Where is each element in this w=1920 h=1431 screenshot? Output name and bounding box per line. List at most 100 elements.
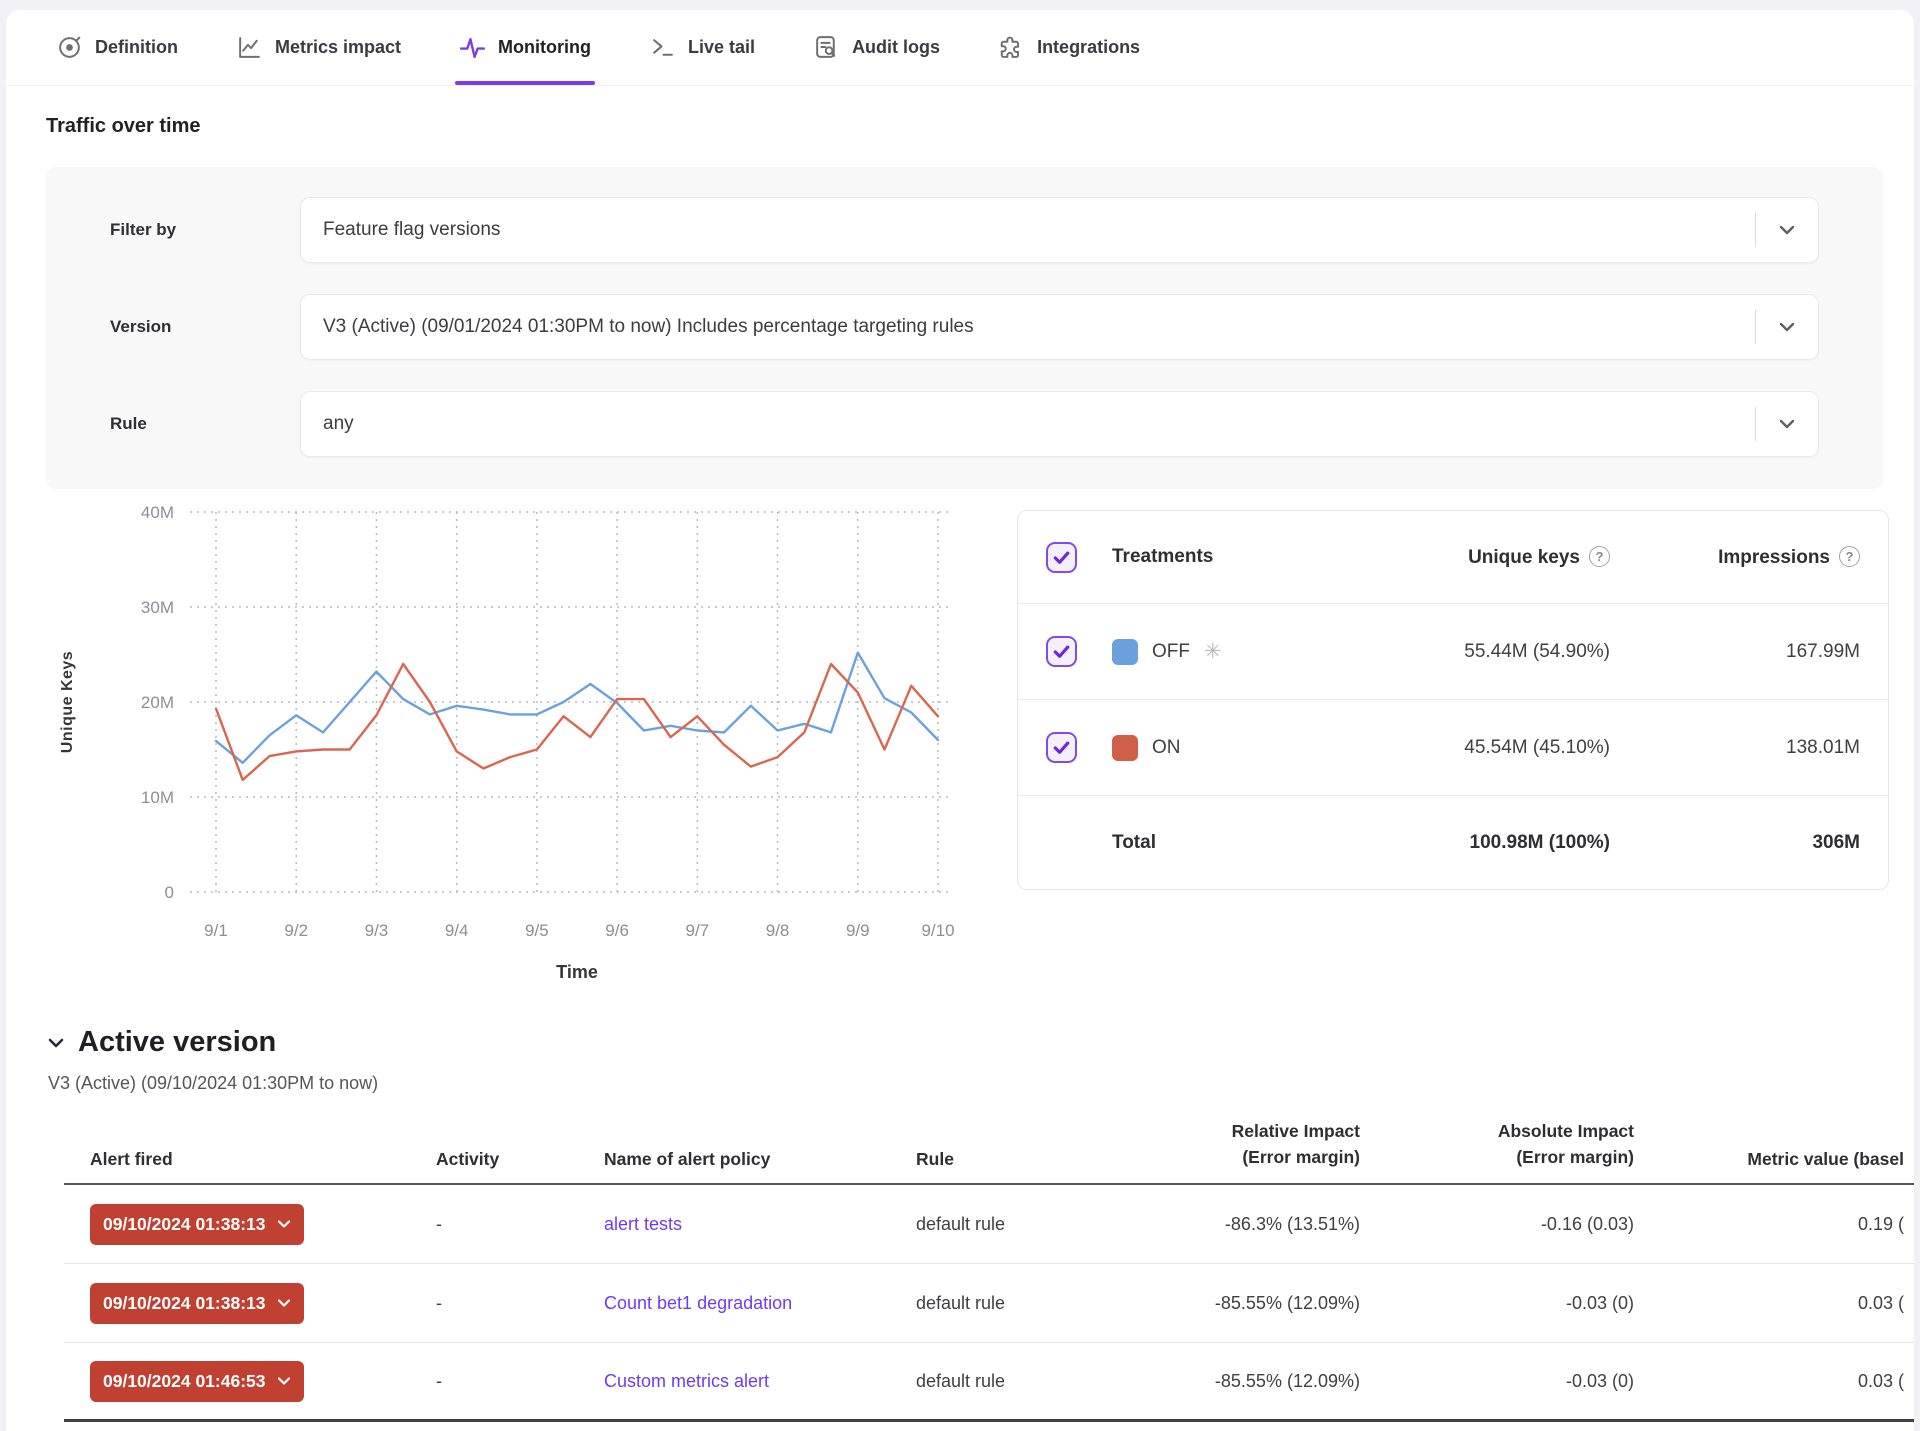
tab-label: Live tail	[688, 37, 755, 58]
alert-row-3: 09/10/2024 01:46:53 - Custom metrics ale…	[64, 1343, 1914, 1422]
svg-text:9/3: 9/3	[365, 921, 389, 940]
alert-metric-value: 0.19 (	[1634, 1214, 1904, 1235]
tab-label: Definition	[95, 37, 178, 58]
alert-metric-value: 0.03 (	[1634, 1371, 1904, 1392]
chevron-down-icon	[277, 1376, 291, 1386]
rule-value: any	[301, 413, 1755, 435]
alert-policy-link[interactable]: alert tests	[604, 1214, 916, 1235]
treatment-on-checkbox[interactable]	[1046, 732, 1077, 763]
svg-text:Time: Time	[556, 962, 598, 982]
tab-monitoring[interactable]: Monitoring	[459, 10, 591, 85]
page: Definition Metrics impact Monitoring	[6, 10, 1914, 1431]
alert-metric-value: 0.03 (	[1634, 1293, 1904, 1314]
unique-keys-col-title: Unique keys?	[1280, 546, 1610, 569]
alert-fired-badge[interactable]: 09/10/2024 01:38:13	[90, 1204, 304, 1245]
help-icon[interactable]: ?	[1589, 546, 1610, 567]
treatments-select-all-checkbox[interactable]	[1046, 542, 1077, 573]
chart-series	[216, 653, 938, 780]
impressions-col-title: Impressions?	[1610, 546, 1860, 569]
alerts-table-header: Alert fired Activity Name of alert polic…	[64, 1114, 1914, 1185]
svg-text:20M: 20M	[141, 693, 174, 712]
active-version-header[interactable]: Active version	[46, 1026, 1914, 1059]
filter-row-rule: Rule any	[110, 391, 1819, 457]
treatment-name: OFF	[1152, 641, 1190, 663]
alert-policy-link[interactable]: Custom metrics alert	[604, 1371, 916, 1392]
col-relative-line1: Relative Impact	[1128, 1118, 1360, 1144]
alert-rule: default rule	[916, 1371, 1128, 1392]
svg-text:Unique Keys: Unique Keys	[59, 651, 76, 753]
collapse-chevron-icon	[46, 1033, 66, 1053]
chart-grid	[190, 512, 950, 892]
chevron-down-icon	[1756, 316, 1818, 338]
alert-activity: -	[436, 1214, 604, 1235]
col-absolute-line1: Absolute Impact	[1360, 1118, 1634, 1144]
svg-text:9/9: 9/9	[846, 921, 870, 940]
tab-bar: Definition Metrics impact Monitoring	[6, 10, 1914, 86]
tab-live-tail[interactable]: Live tail	[649, 10, 755, 85]
svg-text:9/10: 9/10	[921, 921, 954, 940]
integrations-icon	[998, 34, 1025, 61]
tab-metrics-impact[interactable]: Metrics impact	[236, 10, 401, 85]
version-value: V3 (Active) (09/01/2024 01:30PM to now) …	[301, 316, 1755, 338]
alert-rule: default rule	[916, 1214, 1128, 1235]
tab-label: Integrations	[1037, 37, 1140, 58]
col-rule: Rule	[916, 1149, 1128, 1170]
svg-text:10M: 10M	[141, 788, 174, 807]
filter-row-version: Version V3 (Active) (09/01/2024 01:30PM …	[110, 294, 1819, 360]
total-label: Total	[1112, 832, 1280, 854]
filter-by-value: Feature flag versions	[301, 219, 1755, 241]
treatments-col-title: Treatments	[1112, 546, 1280, 568]
alerts-table: Alert fired Activity Name of alert polic…	[64, 1114, 1914, 1422]
alert-absolute-impact: -0.03 (0)	[1360, 1371, 1634, 1392]
col-policy: Name of alert policy	[604, 1149, 916, 1170]
rule-select[interactable]: any	[300, 391, 1819, 457]
active-version-title: Active version	[78, 1026, 276, 1059]
col-relative-impact: Relative Impact (Error margin)	[1128, 1118, 1360, 1171]
treatment-name: ON	[1152, 737, 1181, 759]
chevron-down-icon	[277, 1298, 291, 1308]
alert-fired-badge[interactable]: 09/10/2024 01:46:53	[90, 1361, 304, 1402]
version-select[interactable]: V3 (Active) (09/01/2024 01:30PM to now) …	[300, 294, 1819, 360]
alert-relative-impact: -85.55% (12.09%)	[1128, 1293, 1360, 1314]
tab-audit-logs[interactable]: Audit logs	[813, 10, 940, 85]
svg-text:9/6: 9/6	[605, 921, 629, 940]
alert-relative-impact: -86.3% (13.51%)	[1128, 1214, 1360, 1235]
treatments-header: Treatments Unique keys? Impressions?	[1018, 511, 1888, 604]
alert-policy-link[interactable]: Count bet1 degradation	[604, 1293, 916, 1314]
monitoring-icon	[459, 34, 486, 61]
traffic-line-chart: 010M20M30M40M9/19/29/39/49/59/69/79/89/9…	[48, 502, 958, 994]
active-version-section: Active version V3 (Active) (09/10/2024 0…	[46, 1026, 1914, 1094]
svg-text:0: 0	[165, 883, 174, 902]
total-unique-keys: 100.98M (100%)	[1280, 832, 1610, 854]
treatment-off-checkbox[interactable]	[1046, 636, 1077, 667]
on-color-swatch	[1112, 735, 1138, 761]
active-version-subtitle: V3 (Active) (09/10/2024 01:30PM to now)	[48, 1073, 1914, 1094]
filter-by-label: Filter by	[110, 220, 300, 240]
alert-fired-badge[interactable]: 09/10/2024 01:38:13	[90, 1283, 304, 1324]
svg-text:30M: 30M	[141, 598, 174, 617]
total-impressions: 306M	[1610, 832, 1860, 854]
tab-label: Audit logs	[852, 37, 940, 58]
tab-label: Metrics impact	[275, 37, 401, 58]
svg-text:9/1: 9/1	[204, 921, 228, 940]
off-impressions: 167.99M	[1610, 641, 1860, 663]
unique-keys-label: Unique keys	[1468, 547, 1580, 568]
help-icon[interactable]: ?	[1839, 546, 1860, 567]
treatments-card: Treatments Unique keys? Impressions? OFF…	[1017, 510, 1889, 890]
tab-integrations[interactable]: Integrations	[998, 10, 1140, 85]
filter-by-select[interactable]: Feature flag versions	[300, 197, 1819, 263]
alert-fired-time: 09/10/2024 01:38:13	[103, 1293, 266, 1314]
alert-fired-time: 09/10/2024 01:38:13	[103, 1214, 266, 1235]
svg-text:40M: 40M	[141, 503, 174, 522]
alert-rule: default rule	[916, 1293, 1128, 1314]
svg-text:9/7: 9/7	[686, 921, 710, 940]
traffic-section-title: Traffic over time	[46, 115, 1914, 138]
version-label: Version	[110, 317, 300, 337]
tab-definition[interactable]: Definition	[56, 10, 178, 85]
default-treatment-asterisk-icon: ✳	[1204, 639, 1222, 664]
col-absolute-line2: (Error margin)	[1360, 1144, 1634, 1170]
on-unique-keys: 45.54M (45.10%)	[1280, 737, 1610, 759]
alert-absolute-impact: -0.16 (0.03)	[1360, 1214, 1634, 1235]
alert-relative-impact: -85.55% (12.09%)	[1128, 1371, 1360, 1392]
col-activity: Activity	[436, 1149, 604, 1170]
